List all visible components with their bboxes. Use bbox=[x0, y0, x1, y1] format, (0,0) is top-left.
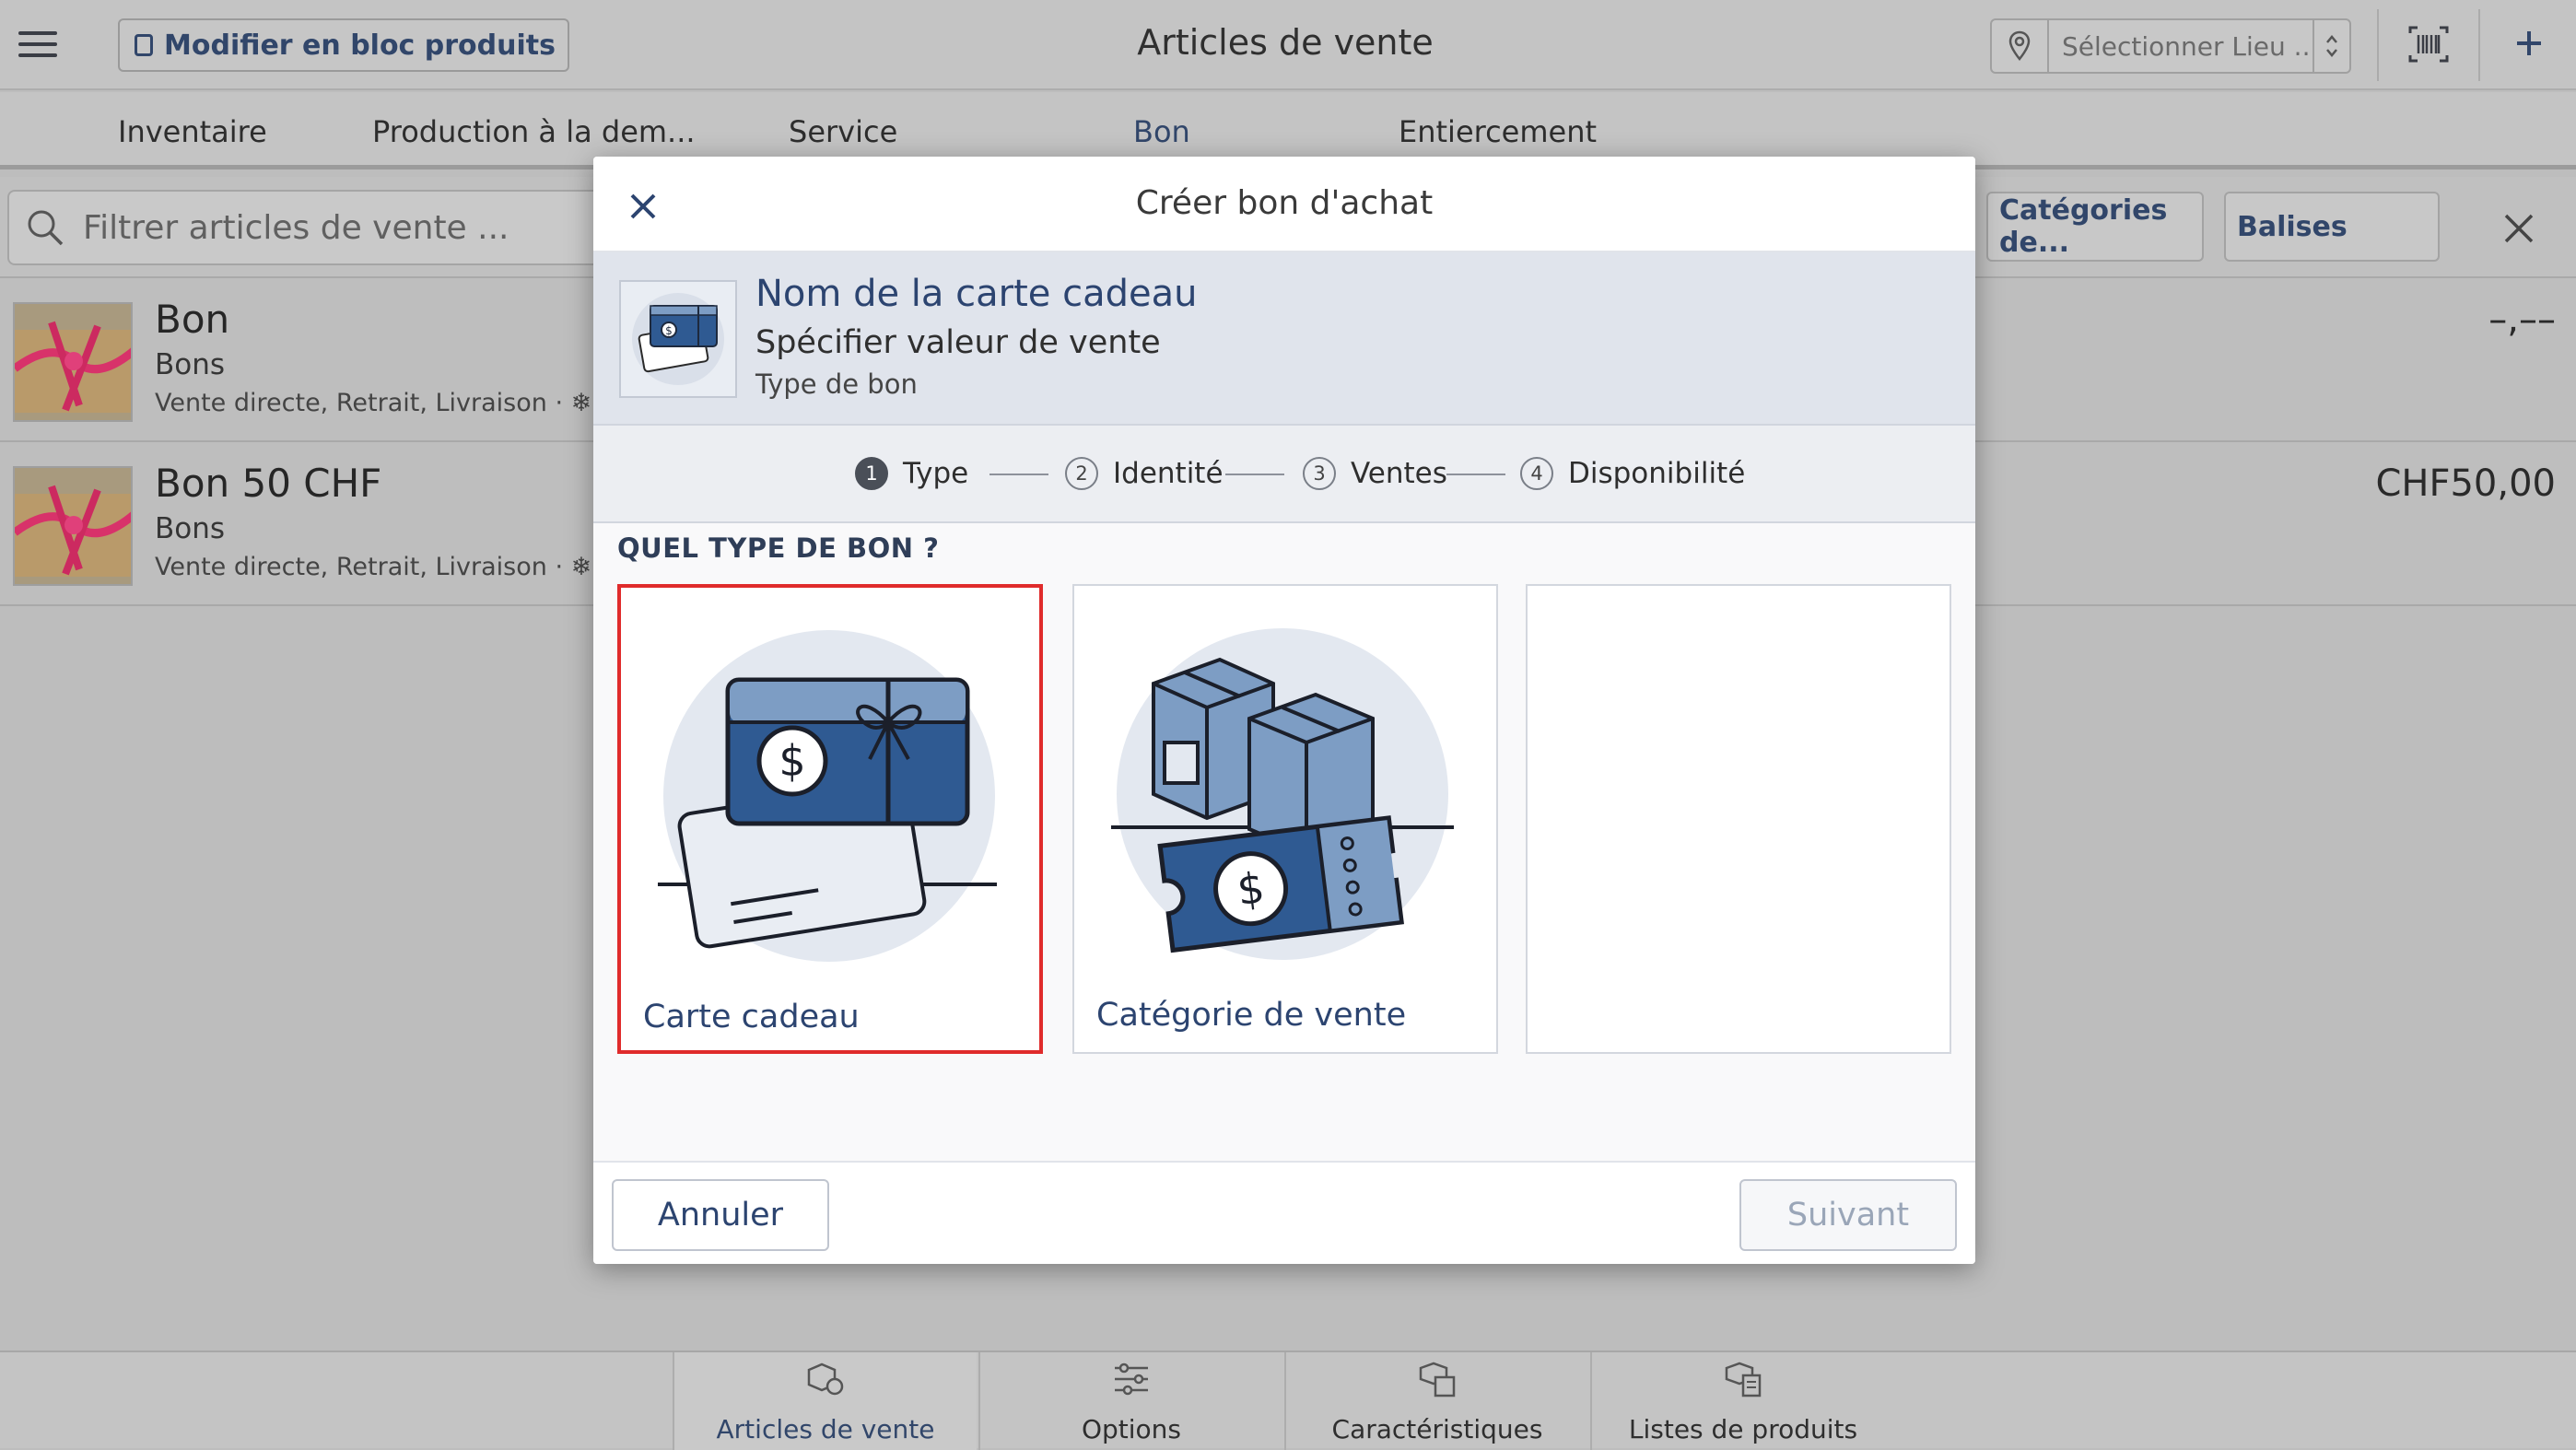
svg-text:$: $ bbox=[779, 736, 805, 786]
features-icon bbox=[1419, 1362, 1456, 1397]
step-label: Disponibilité bbox=[1568, 457, 1746, 490]
tags-filter-button[interactable]: Balises bbox=[2224, 192, 2440, 262]
search-placeholder: Filtrer articles de vente ... bbox=[83, 208, 509, 247]
next-button[interactable]: Suivant bbox=[1739, 1179, 1957, 1251]
voucher-value: Spécifier valeur de vente bbox=[755, 324, 1161, 361]
option-sales-category[interactable]: $ Catégorie de vente bbox=[1072, 584, 1498, 1054]
tab-inventaire[interactable]: Inventaire bbox=[118, 114, 267, 149]
bulk-edit-label: Modifier en bloc produits bbox=[164, 29, 556, 62]
search-icon bbox=[28, 210, 64, 246]
gift-card-icon: $ bbox=[619, 280, 737, 398]
dialog-footer: Annuler Suivant bbox=[593, 1161, 1975, 1264]
step-identite: 2 Identité bbox=[1065, 457, 1224, 490]
item-price: CHF50,00 bbox=[2375, 462, 2556, 505]
gift-thumbnail bbox=[13, 466, 133, 586]
barcode-scan-icon[interactable] bbox=[2408, 24, 2449, 64]
step-label: Ventes bbox=[1351, 457, 1447, 490]
item-subtitle: Bons bbox=[155, 348, 226, 381]
voucher-name: Nom de la carte cadeau bbox=[755, 273, 1198, 315]
option-label: Carte cadeau bbox=[643, 999, 860, 1035]
item-subtitle: Bons bbox=[155, 512, 226, 545]
nav-listes-de-produits[interactable]: Listes de produits bbox=[1590, 1352, 1894, 1450]
nav-label: Caractéristiques bbox=[1331, 1414, 1543, 1444]
sliders-icon bbox=[1115, 1362, 1148, 1396]
divider bbox=[2377, 9, 2379, 81]
step-number: 4 bbox=[1520, 457, 1553, 490]
add-icon[interactable] bbox=[2506, 20, 2552, 66]
voucher-type: Type de bon bbox=[755, 368, 918, 400]
nav-options[interactable]: Options bbox=[978, 1352, 1282, 1450]
step-label: Type bbox=[903, 457, 969, 490]
bulk-edit-button[interactable]: Modifier en bloc produits bbox=[118, 18, 569, 72]
updown-chevron-icon bbox=[2313, 20, 2349, 72]
dialog-title: Créer bon d'achat bbox=[1135, 184, 1434, 222]
gift-card-icon: $ bbox=[658, 625, 1008, 975]
gift-thumbnail bbox=[13, 302, 133, 422]
dialog-header: Créer bon d'achat bbox=[593, 157, 1975, 252]
location-placeholder: Sélectionner Lieu ..... bbox=[2062, 30, 2313, 62]
divider bbox=[2478, 9, 2480, 81]
close-icon[interactable] bbox=[621, 184, 665, 228]
create-voucher-dialog: Créer bon d'achat $ Nom de la carte cade… bbox=[593, 157, 1975, 1264]
step-connector bbox=[989, 474, 1048, 475]
tab-entiercement[interactable]: Entiercement bbox=[1399, 114, 1597, 149]
step-number: 1 bbox=[855, 457, 888, 490]
voucher-summary: $ Nom de la carte cadeau Spécifier valeu… bbox=[593, 252, 1975, 426]
svg-text:$: $ bbox=[665, 324, 673, 337]
option-empty bbox=[1526, 584, 1951, 1054]
step-number: 2 bbox=[1065, 457, 1098, 490]
item-price: –,–– bbox=[2488, 298, 2556, 341]
section-heading: QUEL TYPE DE BON ? bbox=[617, 532, 940, 564]
item-meta: Vente directe, Retrait, Livraison · ❄ Re bbox=[155, 553, 597, 581]
edit-list-icon bbox=[135, 34, 153, 56]
item-meta: Vente directe, Retrait, Livraison · ❄ Re bbox=[155, 389, 597, 417]
categories-filter-button[interactable]: Catégories de... bbox=[1986, 192, 2204, 262]
step-ventes: 3 Ventes bbox=[1303, 457, 1447, 490]
nav-label: Listes de produits bbox=[1628, 1414, 1858, 1444]
tab-service[interactable]: Service bbox=[789, 114, 897, 149]
close-icon[interactable] bbox=[2495, 205, 2543, 252]
location-select[interactable]: Sélectionner Lieu ..... bbox=[1990, 18, 2351, 74]
bottom-navigation: Articles de vente Options Caractéristiqu… bbox=[0, 1351, 2576, 1450]
option-gift-card[interactable]: $ Carte cadeau bbox=[617, 584, 1043, 1054]
item-title: Bon bbox=[155, 297, 230, 342]
search-input[interactable]: Filtrer articles de vente ... bbox=[7, 190, 652, 265]
step-type: 1 Type bbox=[855, 457, 968, 490]
step-number: 3 bbox=[1303, 457, 1336, 490]
box-tag-icon bbox=[807, 1362, 844, 1396]
hamburger-menu-icon[interactable] bbox=[17, 26, 61, 63]
cancel-button[interactable]: Annuler bbox=[612, 1179, 829, 1251]
tab-production[interactable]: Production à la dem... bbox=[372, 114, 696, 149]
option-label: Catégorie de vente bbox=[1096, 997, 1407, 1034]
step-connector bbox=[1446, 474, 1505, 475]
nav-label: Options bbox=[1081, 1414, 1182, 1444]
step-disponibilite: 4 Disponibilité bbox=[1520, 457, 1745, 490]
product-list-icon bbox=[1725, 1362, 1762, 1397]
top-bar: Modifier en bloc produits Articles de ve… bbox=[0, 0, 2576, 90]
tab-bon[interactable]: Bon bbox=[1133, 114, 1190, 149]
location-pin-icon bbox=[1992, 20, 2049, 72]
item-title: Bon 50 CHF bbox=[155, 461, 382, 506]
nav-caracteristiques[interactable]: Caractéristiques bbox=[1284, 1352, 1588, 1450]
page-title: Articles de vente bbox=[1137, 22, 1434, 63]
step-label: Identité bbox=[1113, 457, 1224, 490]
sales-category-icon: $ bbox=[1111, 623, 1461, 973]
nav-label: Articles de vente bbox=[716, 1414, 935, 1444]
step-connector bbox=[1225, 474, 1284, 475]
nav-articles-de-vente[interactable]: Articles de vente bbox=[673, 1352, 977, 1450]
wizard-steps: 1 Type 2 Identité 3 Ventes 4 Disponibili… bbox=[593, 426, 1975, 523]
